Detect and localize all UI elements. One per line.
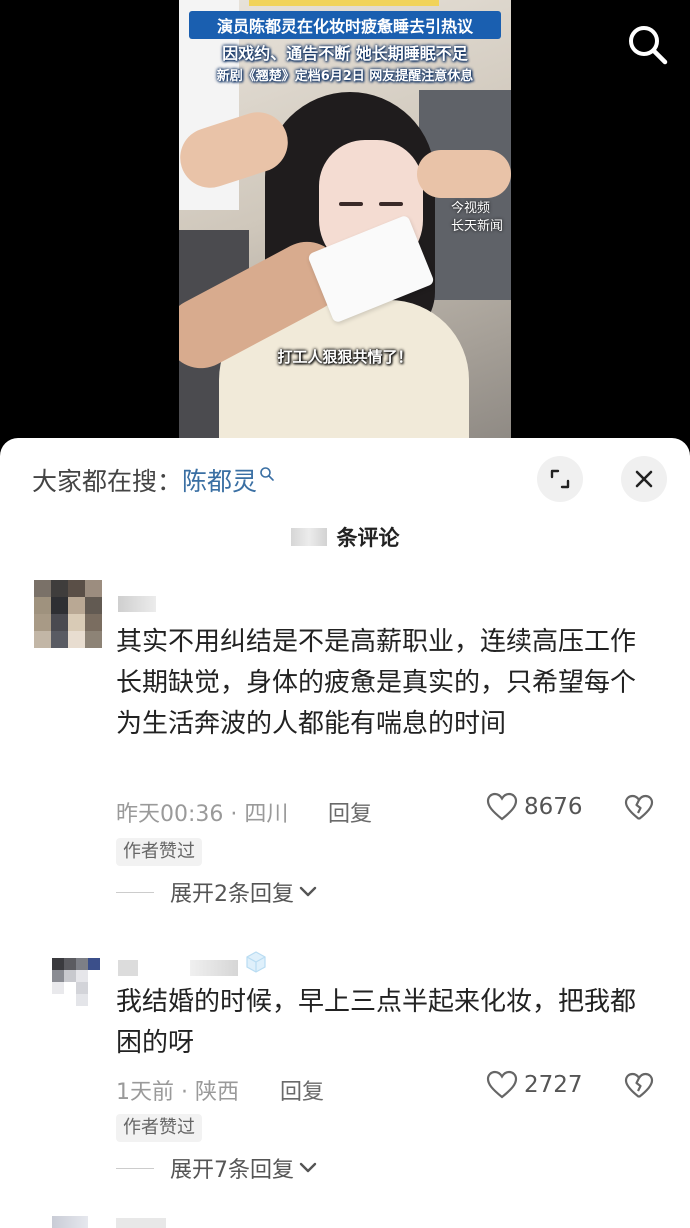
- like-button[interactable]: 8676: [486, 792, 583, 822]
- fullscreen-button[interactable]: [537, 456, 583, 502]
- video-subtitle: 打工人狠狠共情了！: [277, 348, 413, 366]
- expand-replies[interactable]: 展开2条回复: [116, 876, 318, 908]
- username-blurred[interactable]: [116, 1218, 166, 1228]
- comment-count-label: 条评论: [336, 526, 400, 550]
- close-button[interactable]: [621, 456, 667, 502]
- comment-text: 其实不用纠结是不是高薪职业，连续高压工作长期缺觉，身体的疲惫是真实的，只希望每个…: [116, 627, 637, 739]
- author-liked-badge: 作者赞过: [116, 1114, 202, 1142]
- comment-sheet: 大家都在搜：陈都灵 条评论 其实不用纠结是不是高薪职业，连续高压工作长期缺觉，身…: [0, 438, 690, 1228]
- expand-replies-label: 展开7条回复: [170, 1158, 294, 1183]
- chevron-down-icon: [299, 886, 317, 897]
- video-eye: [339, 202, 363, 206]
- cube-badge-icon: [244, 950, 268, 974]
- video-frame[interactable]: 演员陈都灵在化妆时疲惫睡去引热议 因戏约、通告不断 她长期睡眠不足 新剧《翘楚》…: [179, 0, 511, 440]
- like-button[interactable]: 2727: [486, 1070, 583, 1100]
- video-headline-line2: 因戏约、通告不断 她长期睡眠不足: [222, 44, 468, 63]
- comment-meta: 1天前 · 陕西: [116, 1080, 239, 1105]
- search-icon: [260, 467, 274, 481]
- hot-search-keyword[interactable]: 陈都灵: [182, 467, 257, 496]
- broken-heart-icon: [624, 1072, 654, 1098]
- reply-button[interactable]: 回复: [280, 1074, 324, 1106]
- video-eye: [379, 202, 403, 206]
- hot-search-prefix: 大家都在搜：: [32, 467, 183, 496]
- video-player[interactable]: 演员陈都灵在化妆时疲惫睡去引热议 因戏约、通告不断 她长期睡眠不足 新剧《翘楚》…: [0, 0, 690, 440]
- dislike-button[interactable]: [624, 1072, 654, 1104]
- author-liked-badge: 作者赞过: [116, 838, 202, 866]
- video-arm: [417, 150, 511, 198]
- dislike-button[interactable]: [624, 794, 654, 826]
- username-blurred[interactable]: [190, 960, 238, 976]
- close-icon: [635, 470, 653, 488]
- expand-icon: [550, 469, 570, 489]
- heart-icon: [486, 792, 518, 821]
- search-icon: [629, 26, 668, 65]
- username-blurred[interactable]: [118, 960, 138, 976]
- divider: [116, 1167, 154, 1169]
- broken-heart-icon: [624, 794, 654, 820]
- comment-count: 条评论: [0, 522, 690, 552]
- avatar[interactable]: [34, 580, 102, 648]
- comment-count-number-blurred: [290, 528, 327, 546]
- search-button[interactable]: [622, 20, 672, 70]
- chevron-down-icon: [299, 1162, 317, 1173]
- video-watermark: 今视频 长天新闻: [451, 200, 503, 236]
- video-top-strip: [249, 0, 439, 6]
- watermark-line1: 今视频: [451, 201, 491, 216]
- avatar[interactable]: [52, 958, 100, 1006]
- video-headline-line3: 新剧《翘楚》定档6月2日 网友提醒注意休息: [216, 69, 474, 84]
- username-blurred[interactable]: [118, 596, 156, 612]
- expand-replies-label: 展开2条回复: [170, 882, 294, 907]
- watermark-line2: 长天新闻: [451, 219, 504, 234]
- comment-text: 我结婚的时候，早上三点半起来化妆，把我都困的呀: [116, 987, 637, 1058]
- reply-button[interactable]: 回复: [328, 796, 372, 828]
- avatar[interactable]: [52, 1216, 88, 1228]
- like-count: 8676: [524, 794, 583, 820]
- heart-icon: [486, 1070, 518, 1099]
- video-headline-banner: 演员陈都灵在化妆时疲惫睡去引热议: [189, 11, 501, 39]
- divider: [116, 891, 154, 893]
- expand-replies[interactable]: 展开7条回复: [116, 1152, 318, 1184]
- hot-search-suggestion[interactable]: 大家都在搜：陈都灵: [32, 462, 275, 498]
- comment-meta: 昨天00:36 · 四川: [116, 802, 289, 827]
- like-count: 2727: [524, 1072, 583, 1098]
